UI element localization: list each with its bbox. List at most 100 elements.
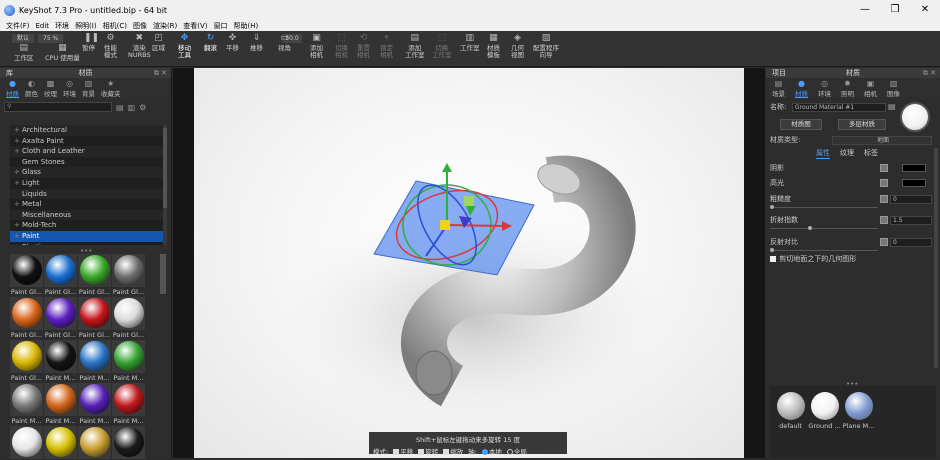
panel-float-close-icon[interactable]: ⧉ ✕ xyxy=(154,69,167,78)
toolbar-button[interactable]: ▥ 工作室 xyxy=(460,34,480,52)
material-type-select[interactable]: 地面 xyxy=(832,136,932,145)
tree-item[interactable]: + Light xyxy=(10,178,167,189)
expand-icon[interactable]: + xyxy=(14,231,22,242)
clip-ground-checkbox[interactable]: 剪切地面之下的几何图形 xyxy=(770,254,856,264)
toolbar-button[interactable]: ▧ 配置程序 向导 xyxy=(533,34,559,59)
texture-map-icon[interactable] xyxy=(880,195,888,203)
material-thumbnail[interactable]: Paint Gl... xyxy=(78,254,111,296)
expand-icon[interactable]: + xyxy=(14,220,22,231)
toolbar-button[interactable]: ↻ 翻滚 xyxy=(204,34,217,52)
texture-map-icon[interactable] xyxy=(880,164,888,172)
library-tab[interactable]: ● 材质 xyxy=(6,78,19,98)
color-swatch[interactable] xyxy=(902,164,926,172)
global-radio[interactable]: 全局 xyxy=(506,446,527,456)
tree-item[interactable]: + Axalta Paint xyxy=(10,136,167,147)
toolbar-button[interactable]: ⚙ 性能 模式 xyxy=(104,34,117,59)
expand-icon[interactable]: + xyxy=(14,178,22,189)
material-thumbnail[interactable]: Paint M... xyxy=(44,340,77,382)
material-thumbnail[interactable] xyxy=(112,426,145,460)
expand-icon[interactable]: + xyxy=(14,125,22,136)
material-thumbnail[interactable]: Paint M... xyxy=(10,383,43,425)
tree-item[interactable]: + Architectural xyxy=(10,125,167,136)
texture-map-icon[interactable] xyxy=(880,238,888,246)
property-value-input[interactable]: 1.5 xyxy=(890,216,932,225)
library-tab[interactable]: ▨ 背景 xyxy=(82,78,95,98)
panel-float-close-icon[interactable]: ⧉ ✕ xyxy=(923,69,936,78)
toolbar-button[interactable]: ▣ 添加 相机 xyxy=(310,34,323,59)
material-graph-button[interactable]: 材质图 xyxy=(780,119,822,130)
folder-icon[interactable]: ▤ xyxy=(116,103,124,112)
material-thumbnail[interactable]: Paint M... xyxy=(112,340,145,382)
library-tab[interactable]: ★ 收藏夹 xyxy=(101,78,121,98)
material-thumbnail[interactable]: Paint Gl... xyxy=(10,254,43,296)
tree-item[interactable]: Liquids xyxy=(10,188,167,200)
material-thumbnail[interactable]: Paint Gl... xyxy=(78,297,111,339)
texture-map-icon[interactable] xyxy=(880,179,888,187)
tree-item[interactable]: + Cloth and Leather xyxy=(10,146,167,157)
material-thumbnail[interactable] xyxy=(44,426,77,460)
project-tab[interactable]: ▨ 图像 xyxy=(887,78,900,98)
close-button[interactable]: ✕ xyxy=(910,0,940,20)
tree-item[interactable]: Gem Stones xyxy=(10,157,167,168)
scene-material-thumbnail[interactable]: Ground ... xyxy=(808,392,841,430)
slider-knob[interactable] xyxy=(770,205,774,209)
material-thumbnail[interactable] xyxy=(10,426,43,460)
render-viewport[interactable]: Shift+鼠标左键拖动来多旋转 15 度 模式: 平移 旋转 缩放 轴: 本地… xyxy=(173,68,765,458)
translate-checkbox[interactable]: 平移 xyxy=(393,446,413,456)
minimize-button[interactable]: — xyxy=(850,0,880,20)
texture-map-icon[interactable] xyxy=(880,216,888,224)
property-value-input[interactable]: 0 xyxy=(890,195,932,204)
material-thumbnail[interactable]: Paint Gl... xyxy=(44,254,77,296)
property-slider[interactable] xyxy=(770,207,878,208)
menu-item[interactable]: 帮助(H) xyxy=(234,21,259,31)
toolbar-button[interactable]: ⌖ 锁定 相机 xyxy=(380,34,393,59)
workspace-preset-select[interactable]: 默认 xyxy=(12,34,35,43)
toolbar-button[interactable]: ⟲ 重置 相机 xyxy=(357,34,370,59)
library-tab[interactable]: ◎ 环境 xyxy=(63,78,76,98)
toolbar-button[interactable]: ▦ 材质 模板 xyxy=(487,34,500,59)
local-radio[interactable]: 本地 xyxy=(481,446,502,456)
toolbar-button[interactable]: ✥ 移动 工具 xyxy=(178,34,191,59)
menu-item[interactable]: 环境 xyxy=(55,21,69,31)
cpu-usage-select[interactable]: 75 % xyxy=(38,34,64,43)
expand-icon[interactable]: + xyxy=(14,199,22,210)
property-slider[interactable] xyxy=(770,250,878,251)
material-name-input[interactable]: Ground Material #1 xyxy=(792,103,886,112)
toolbar-button[interactable]: ✜ 平移 xyxy=(226,34,239,52)
rotate-checkbox[interactable]: 旋转 xyxy=(418,446,438,456)
color-swatch[interactable] xyxy=(902,179,926,187)
project-tab[interactable]: ▤ 场景 xyxy=(772,78,785,98)
menu-item[interactable]: Edit xyxy=(36,22,50,30)
material-thumbnail[interactable]: Paint M... xyxy=(44,383,77,425)
save-material-icon[interactable]: ▤ xyxy=(888,102,896,111)
tree-scrollbar-thumb[interactable] xyxy=(163,128,167,208)
project-tab[interactable]: ● 材质 xyxy=(795,78,808,98)
toolbar-button[interactable]: ⬚ 切换 工作室 xyxy=(432,34,452,59)
project-tab[interactable]: ✹ 照明 xyxy=(841,78,854,98)
material-thumbnail[interactable]: Paint Gl... xyxy=(44,297,77,339)
expand-icon[interactable]: + xyxy=(14,136,22,147)
material-thumbnail[interactable]: Paint M... xyxy=(78,383,111,425)
settings-icon[interactable]: ⚙ xyxy=(139,103,146,112)
menu-item[interactable]: 文件(F) xyxy=(6,21,30,31)
toolbar-button[interactable]: ⬚ 切换 相机 xyxy=(335,34,348,59)
material-subtab[interactable]: 标签 xyxy=(864,148,878,159)
menu-item[interactable]: 相机(C) xyxy=(103,21,127,31)
material-thumbnail[interactable]: Paint M... xyxy=(112,383,145,425)
property-value-input[interactable]: 0 xyxy=(890,238,932,247)
properties-scrollbar[interactable] xyxy=(934,148,938,368)
material-thumbnail[interactable]: Paint Gl... xyxy=(112,254,145,296)
realtime-render[interactable] xyxy=(194,68,744,458)
tree-item[interactable]: + Paint xyxy=(10,230,167,242)
project-tab[interactable]: ▣ 相机 xyxy=(864,78,877,98)
toolbar-button[interactable]: ◰ 区域 xyxy=(152,34,165,52)
multi-material-button[interactable]: 多层材质 xyxy=(838,119,886,130)
tree-item[interactable]: + Mold-Tech xyxy=(10,220,167,231)
toolbar-button[interactable]: ❚❚ 暂停 xyxy=(82,34,99,52)
tree-item[interactable]: +Plastic xyxy=(10,242,167,245)
menu-item[interactable]: 照明(I) xyxy=(75,21,97,31)
material-thumbnail[interactable]: Paint M... xyxy=(78,340,111,382)
menu-item[interactable]: 渲染(R) xyxy=(153,21,177,31)
toolbar-button[interactable]: ▭ 视角 xyxy=(278,34,291,52)
menu-item[interactable]: 查看(V) xyxy=(183,21,207,31)
